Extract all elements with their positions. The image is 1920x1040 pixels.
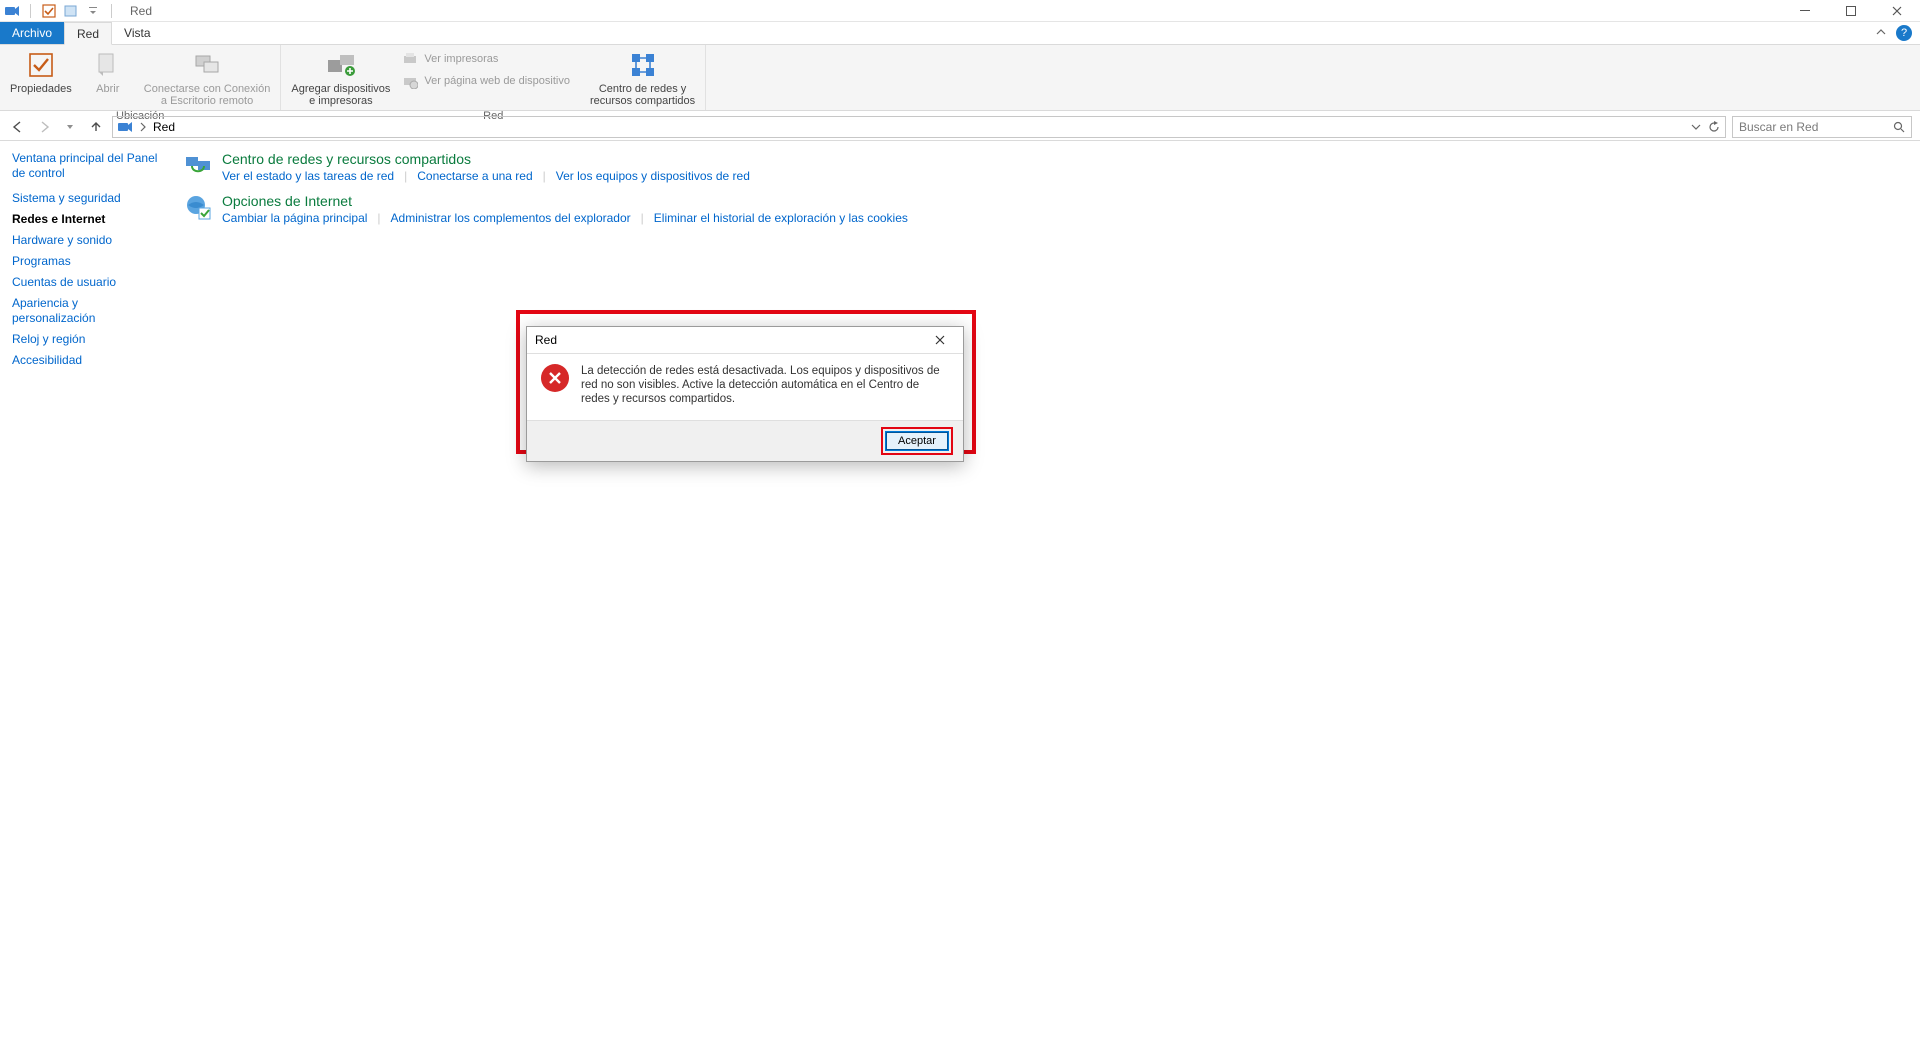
network-center-icon [627, 49, 659, 81]
category-title[interactable]: Opciones de Internet [222, 193, 908, 209]
error-icon [541, 364, 569, 392]
rdp-icon [191, 49, 223, 81]
network-path-icon [117, 119, 133, 135]
address-dropdown-icon[interactable] [1691, 122, 1701, 132]
ribbon-network-center-l1: Centro de redes y [599, 83, 686, 95]
ribbon-properties-label: Propiedades [10, 83, 72, 95]
back-button[interactable] [8, 117, 28, 137]
dialog-close-button[interactable] [925, 330, 955, 350]
search-input[interactable]: Buscar en Red [1732, 116, 1912, 138]
ribbon-tabs: Archivo Red Vista ? [0, 22, 1920, 45]
category-link[interactable]: Administrar los complementos del explora… [391, 211, 631, 225]
sidebar-item[interactable]: Hardware y sonido [12, 233, 160, 248]
window-title: Red [130, 4, 152, 18]
link-separator: | [377, 211, 380, 225]
up-button[interactable] [86, 117, 106, 137]
search-placeholder: Buscar en Red [1739, 120, 1818, 134]
refresh-icon[interactable] [1707, 120, 1721, 134]
qat-dropdown-icon[interactable] [85, 3, 101, 19]
sidebar-item[interactable]: Apariencia y personalización [12, 296, 160, 326]
category-link[interactable]: Conectarse a una red [417, 169, 532, 183]
navbar: Red Buscar en Red [0, 113, 1920, 141]
ribbon-add-devices-l1: Agregar dispositivos [291, 83, 390, 95]
category-icon [184, 193, 212, 221]
dialog: Red La detección de redes está desactiva… [526, 326, 964, 462]
ribbon-connect-rdp: Conectarse con Conexión a Escritorio rem… [140, 47, 275, 109]
maximize-button[interactable] [1828, 0, 1874, 22]
breadcrumb-network[interactable]: Red [153, 120, 175, 134]
tab-file[interactable]: Archivo [0, 22, 64, 44]
ribbon-rdp-label-1: Conectarse con Conexión [144, 83, 271, 95]
close-button[interactable] [1874, 0, 1920, 22]
category-link[interactable]: Ver el estado y las tareas de red [222, 169, 394, 183]
annotation-highlight-button: Aceptar [881, 427, 953, 455]
sidebar-item[interactable]: Sistema y seguridad [12, 191, 160, 206]
category: Centro de redes y recursos compartidos Ve… [184, 151, 1908, 183]
add-devices-icon [325, 49, 357, 81]
tab-view[interactable]: Vista [112, 22, 162, 44]
ribbon-open: Abrir [80, 47, 136, 97]
search-icon [1893, 121, 1905, 133]
ribbon-view-printers-label: Ver impresoras [424, 53, 498, 65]
sidebar-item[interactable]: Programas [12, 254, 160, 269]
category-link[interactable]: Ver los equipos y dispositivos de red [556, 169, 750, 183]
device-web-icon [402, 73, 418, 89]
app-icon [4, 3, 20, 19]
main-area: Ventana principal del Panel de control S… [0, 141, 1920, 1040]
link-separator: | [543, 169, 546, 183]
tab-network[interactable]: Red [64, 22, 112, 45]
chevron-right-icon[interactable] [139, 122, 147, 132]
titlebar: Red [0, 0, 1920, 22]
sidebar-item[interactable]: Cuentas de usuario [12, 275, 160, 290]
category: Opciones de Internet Cambiar la página pr… [184, 193, 1908, 225]
ribbon-view-device-web: Ver página web de dispositivo [398, 71, 574, 91]
ribbon-view-device-web-label: Ver página web de dispositivo [424, 75, 570, 87]
sidebar-heading[interactable]: Ventana principal del Panel de control [12, 151, 160, 181]
recent-locations-dropdown[interactable] [60, 117, 80, 137]
collapse-ribbon-icon[interactable] [1876, 28, 1886, 38]
forward-button [34, 117, 54, 137]
properties-icon [25, 49, 57, 81]
dialog-title: Red [535, 333, 557, 347]
sidebar: Ventana principal del Panel de control S… [0, 141, 172, 1040]
ribbon-add-devices[interactable]: Agregar dispositivos e impresoras [287, 47, 394, 109]
help-icon[interactable]: ? [1896, 25, 1912, 41]
ribbon-open-label: Abrir [96, 83, 119, 95]
link-separator: | [404, 169, 407, 183]
category-title[interactable]: Centro de redes y recursos compartidos [222, 151, 750, 167]
qat-separator [30, 4, 31, 18]
sidebar-item[interactable]: Redes e Internet [12, 212, 160, 227]
sidebar-item[interactable]: Accesibilidad [12, 353, 160, 368]
ribbon-add-devices-l2: e impresoras [309, 95, 373, 107]
ribbon: Propiedades Abrir Conectarse con Conexió… [0, 45, 1920, 111]
category-link[interactable]: Eliminar el historial de exploración y l… [654, 211, 908, 225]
sidebar-item[interactable]: Reloj y región [12, 332, 160, 347]
folder-qat-icon[interactable] [63, 3, 79, 19]
ribbon-properties[interactable]: Propiedades [6, 47, 76, 97]
printer-icon [402, 51, 418, 67]
category-icon [184, 151, 212, 179]
ribbon-view-printers: Ver impresoras [398, 49, 574, 69]
minimize-button[interactable] [1782, 0, 1828, 22]
properties-qat-icon[interactable] [41, 3, 57, 19]
ribbon-network-center-l2: recursos compartidos [590, 95, 695, 107]
dialog-message: La detección de redes está desactivada. … [581, 364, 949, 406]
open-icon [92, 49, 124, 81]
content: Centro de redes y recursos compartidos Ve… [172, 141, 1920, 1040]
link-separator: | [641, 211, 644, 225]
ribbon-rdp-label-2: a Escritorio remoto [161, 95, 253, 107]
category-link[interactable]: Cambiar la página principal [222, 211, 367, 225]
address-bar[interactable]: Red [112, 116, 1726, 138]
qat-separator-2 [111, 4, 112, 18]
accept-button[interactable]: Aceptar [885, 431, 949, 451]
ribbon-network-center[interactable]: Centro de redes y recursos compartidos [586, 47, 699, 109]
